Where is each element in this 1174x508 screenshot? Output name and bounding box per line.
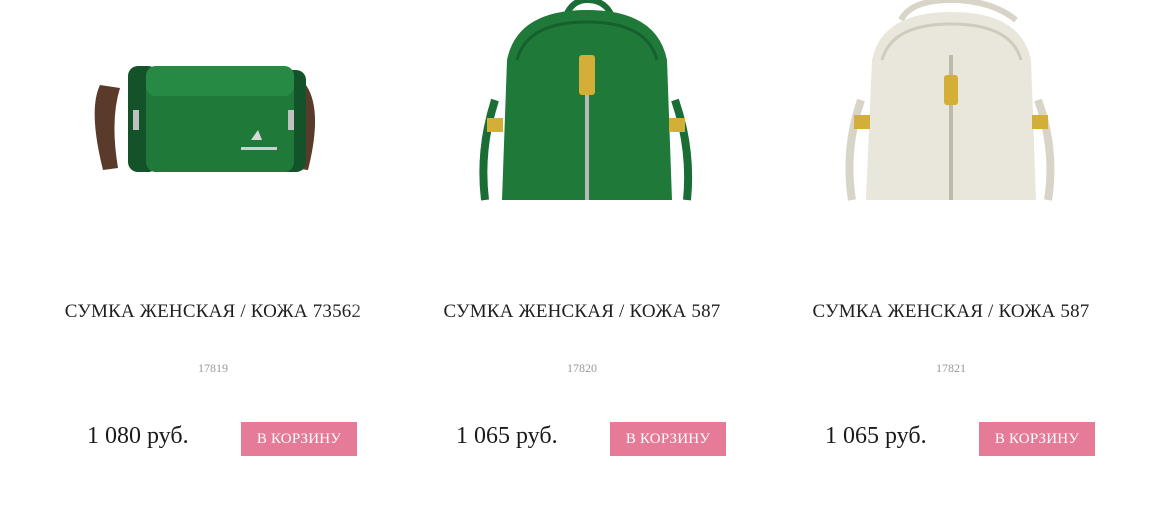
product-card[interactable]: СУМКА ЖЕНСКАЯ / КОЖА 73562 17819 1 080 р… [48,0,378,508]
add-to-cart-button[interactable]: В КОРЗИНУ [241,422,357,456]
product-price: 1 065 руб. [456,423,558,449]
product-title[interactable]: СУМКА ЖЕНСКАЯ / КОЖА 587 [417,301,747,323]
product-title[interactable]: СУМКА ЖЕНСКАЯ / КОЖА 587 [786,301,1116,323]
product-sku: 17819 [198,361,228,375]
green-leather-crossbody-bag-image[interactable] [48,0,378,235]
product-price: 1 080 руб. [87,423,189,449]
white-leather-mini-backpack-image[interactable] [786,0,1116,235]
product-sku: 17820 [567,361,597,375]
green-leather-mini-backpack-image[interactable] [417,0,747,235]
add-to-cart-button[interactable]: В КОРЗИНУ [610,422,726,456]
product-title[interactable]: СУМКА ЖЕНСКАЯ / КОЖА 73562 [48,301,378,323]
product-price: 1 065 руб. [825,423,927,449]
product-sku: 17821 [936,361,966,375]
add-to-cart-button[interactable]: В КОРЗИНУ [979,422,1095,456]
product-card[interactable]: СУМКА ЖЕНСКАЯ / КОЖА 587 17821 1 065 руб… [786,0,1116,508]
product-card[interactable]: СУМКА ЖЕНСКАЯ / КОЖА 587 17820 1 065 руб… [417,0,747,508]
